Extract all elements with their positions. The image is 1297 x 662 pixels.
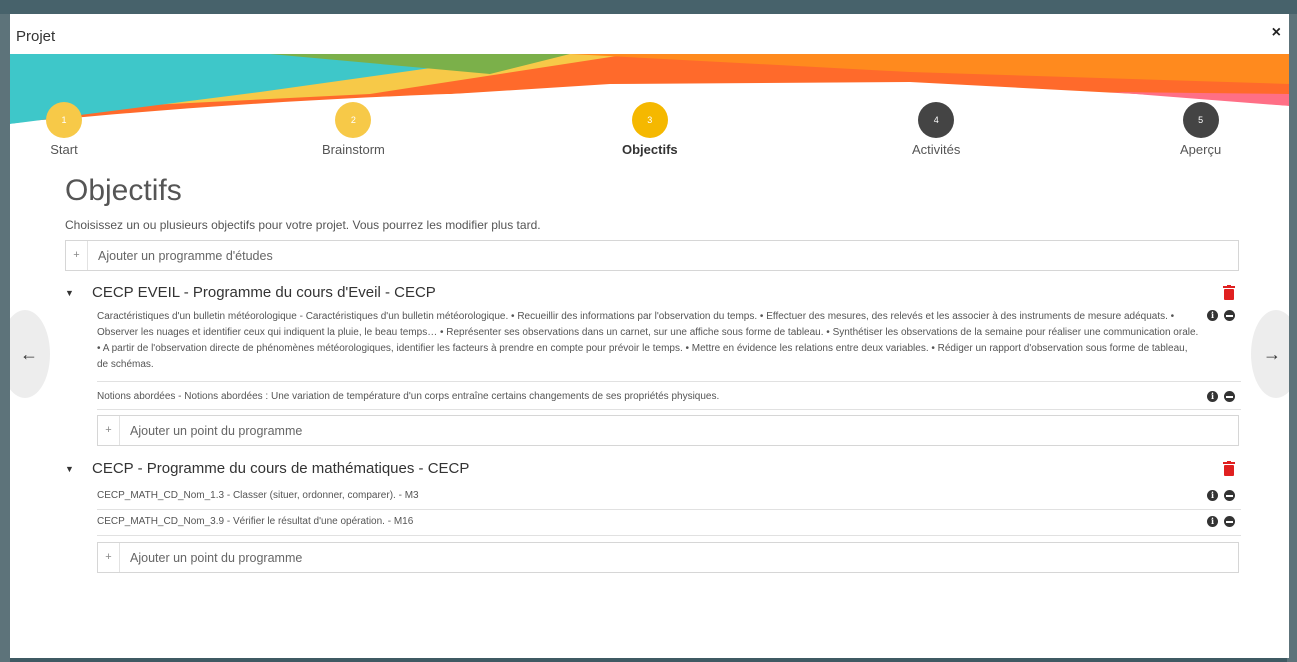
info-icon[interactable]: i [1207, 490, 1218, 501]
step-activites[interactable]: 4 Activités [912, 102, 960, 157]
caret-down-icon[interactable]: ▼ [65, 288, 74, 298]
project-modal: Projet × 1 Start 2 Brainstorm 3 Objectif… [10, 14, 1289, 658]
step-label: Aperçu [1180, 142, 1222, 157]
minus-circle-icon[interactable] [1224, 310, 1235, 321]
add-point-label: Ajouter un point du programme [130, 550, 303, 565]
backdrop-left [0, 14, 10, 662]
plus-icon: + [98, 543, 120, 572]
program-section-header[interactable]: ▼ CECP EVEIL - Programme du cours d'Evei… [65, 284, 1235, 304]
objective-text: Notions abordées - Notions abordées : Un… [97, 391, 720, 402]
step-label: Brainstorm [322, 142, 385, 157]
info-icon[interactable]: i [1207, 391, 1218, 402]
minus-circle-icon[interactable] [1224, 516, 1235, 527]
modal-header: Projet × [10, 14, 1289, 54]
arrow-right-icon[interactable]: → [1251, 310, 1289, 398]
objective-text: Caractéristiques d'un bulletin météorolo… [97, 311, 1199, 370]
modal-title: Projet [16, 28, 56, 45]
minus-circle-icon[interactable] [1224, 490, 1235, 501]
step-objectifs[interactable]: 3 Objectifs [622, 102, 678, 157]
program-title: CECP - Programme du cours de mathématiqu… [92, 460, 470, 477]
step-label: Start [50, 142, 78, 157]
objective-item: CECP_MATH_CD_Nom_1.3 - Classer (situer, … [97, 486, 1241, 510]
program-title: CECP EVEIL - Programme du cours d'Eveil … [92, 284, 436, 301]
step-number: 5 [1182, 102, 1219, 138]
step-number: 2 [335, 102, 372, 138]
backdrop [0, 0, 1297, 14]
objective-text: CECP_MATH_CD_Nom_1.3 - Classer (situer, … [97, 490, 419, 501]
close-button[interactable]: × [1272, 24, 1281, 42]
step-brainstorm[interactable]: 2 Brainstorm [322, 102, 385, 157]
step-number: 1 [46, 102, 82, 138]
add-point-input[interactable]: + Ajouter un point du programme [97, 415, 1239, 446]
objective-actions: i [1207, 516, 1235, 527]
step-label: Activités [912, 142, 961, 157]
trash-icon[interactable] [1223, 461, 1235, 476]
arrow-left-icon[interactable]: ← [10, 310, 50, 398]
caret-down-icon[interactable]: ▼ [65, 464, 74, 474]
objective-actions: i [1207, 310, 1235, 321]
add-point-input[interactable]: + Ajouter un point du programme [97, 542, 1239, 573]
minus-circle-icon[interactable] [1224, 391, 1235, 402]
plus-icon: + [98, 416, 120, 445]
objective-text: CECP_MATH_CD_Nom_3.9 - Vérifier le résul… [97, 516, 414, 527]
stepper: 1 Start 2 Brainstorm 3 Objectifs 4 Activ… [10, 102, 1289, 162]
step-number: 3 [631, 102, 668, 138]
objective-item: CECP_MATH_CD_Nom_3.9 - Vérifier le résul… [97, 512, 1241, 536]
add-program-input[interactable]: + Ajouter un programme d'études [65, 240, 1239, 271]
objective-item: Caractéristiques d'un bulletin météorolo… [97, 308, 1241, 382]
step-label: Objectifs [622, 142, 678, 157]
program-section-header[interactable]: ▼ CECP - Programme du cours de mathémati… [65, 460, 1235, 480]
step-start[interactable]: 1 Start [46, 102, 82, 157]
info-icon[interactable]: i [1207, 516, 1218, 527]
intro-text: Choisissez un ou plusieurs objectifs pou… [65, 218, 541, 232]
objective-item: Notions abordées - Notions abordées : Un… [97, 388, 1241, 410]
objective-actions: i [1207, 391, 1235, 402]
plus-icon: + [66, 241, 88, 270]
trash-icon[interactable] [1223, 285, 1235, 300]
add-program-label: Ajouter un programme d'études [98, 248, 273, 263]
add-point-label: Ajouter un point du programme [130, 423, 303, 438]
step-apercu[interactable]: 5 Aperçu [1180, 102, 1221, 157]
info-icon[interactable]: i [1207, 310, 1218, 321]
step-number: 4 [918, 102, 955, 138]
objective-actions: i [1207, 490, 1235, 501]
page-title: Objectifs [65, 174, 182, 207]
